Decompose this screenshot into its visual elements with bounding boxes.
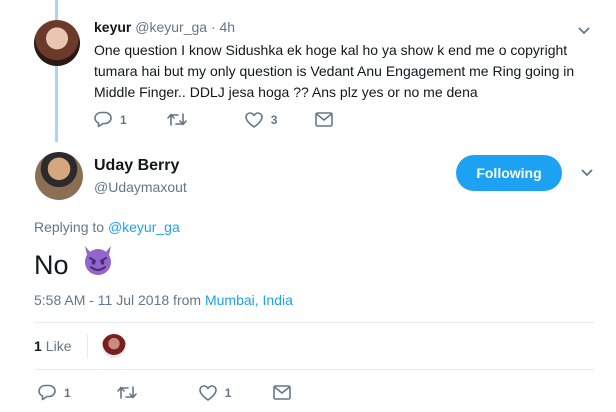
- tweet-text-content: No: [34, 249, 69, 280]
- reply-header: keyur @keyur_ga · 4h: [94, 19, 235, 35]
- vertical-divider: [87, 334, 89, 358]
- heart-icon: [244, 111, 263, 128]
- likes-label[interactable]: Like: [46, 338, 72, 354]
- envelope-icon: [273, 385, 292, 400]
- retweet-icon: [116, 385, 137, 400]
- avatar[interactable]: [34, 20, 80, 66]
- chevron-down-icon[interactable]: [578, 27, 590, 39]
- like-button[interactable]: 3: [244, 111, 278, 128]
- divider: [34, 322, 594, 323]
- smiling-imp-icon: [81, 244, 115, 285]
- author-name[interactable]: Uday Berry: [94, 157, 179, 175]
- replying-prefix: Replying to: [34, 219, 105, 235]
- reply-author-name[interactable]: keyur: [94, 19, 131, 35]
- avatar[interactable]: [35, 152, 83, 200]
- envelope-icon: [315, 112, 334, 127]
- reply-text: One question I know Sidushka ek hoge kal…: [94, 42, 575, 100]
- separator-dot: ·: [210, 19, 216, 35]
- direct-message-button[interactable]: [315, 112, 334, 127]
- following-button[interactable]: Following: [456, 155, 562, 191]
- reply-timestamp[interactable]: 4h: [220, 19, 236, 35]
- heart-icon: [198, 384, 217, 401]
- reply-count: 1: [64, 385, 71, 400]
- reply-count: 1: [120, 112, 127, 127]
- tweet-timestamp[interactable]: 5:58 AM - 11 Jul 2018 from: [34, 292, 201, 308]
- direct-message-button[interactable]: [273, 385, 292, 400]
- like-button[interactable]: 1: [198, 384, 232, 401]
- like-count: 3: [270, 112, 278, 127]
- likes-count[interactable]: 1: [34, 338, 42, 354]
- author-handle[interactable]: @Udaymaxout: [94, 179, 187, 195]
- retweet-icon: [166, 112, 187, 127]
- tweet-actions: 1 1: [38, 384, 292, 401]
- reply-author-handle[interactable]: @keyur_ga: [135, 19, 207, 35]
- tweet-meta: 5:58 AM - 11 Jul 2018 from Mumbai, India: [34, 292, 293, 308]
- retweet-button[interactable]: [116, 385, 145, 400]
- chevron-down-icon[interactable]: [581, 169, 593, 181]
- avatar[interactable]: [102, 334, 127, 358]
- reply-button[interactable]: 1: [94, 111, 127, 128]
- location-link[interactable]: Mumbai, India: [205, 292, 293, 308]
- reply-icon: [94, 111, 112, 128]
- divider: [34, 369, 594, 370]
- reply-tweet[interactable]: keyur @keyur_ga · 4h One question I know…: [0, 0, 616, 142]
- replying-to: Replying to @keyur_ga: [34, 219, 180, 235]
- reply-button[interactable]: 1: [38, 384, 71, 401]
- retweet-button[interactable]: [166, 112, 195, 127]
- tweet-text: No: [34, 244, 115, 285]
- replying-to-link[interactable]: @keyur_ga: [108, 219, 180, 235]
- like-count: 1: [224, 385, 232, 400]
- likes-row: 1 Like: [34, 334, 127, 358]
- reply-actions: 1 3: [94, 111, 334, 128]
- reply-icon: [38, 384, 56, 401]
